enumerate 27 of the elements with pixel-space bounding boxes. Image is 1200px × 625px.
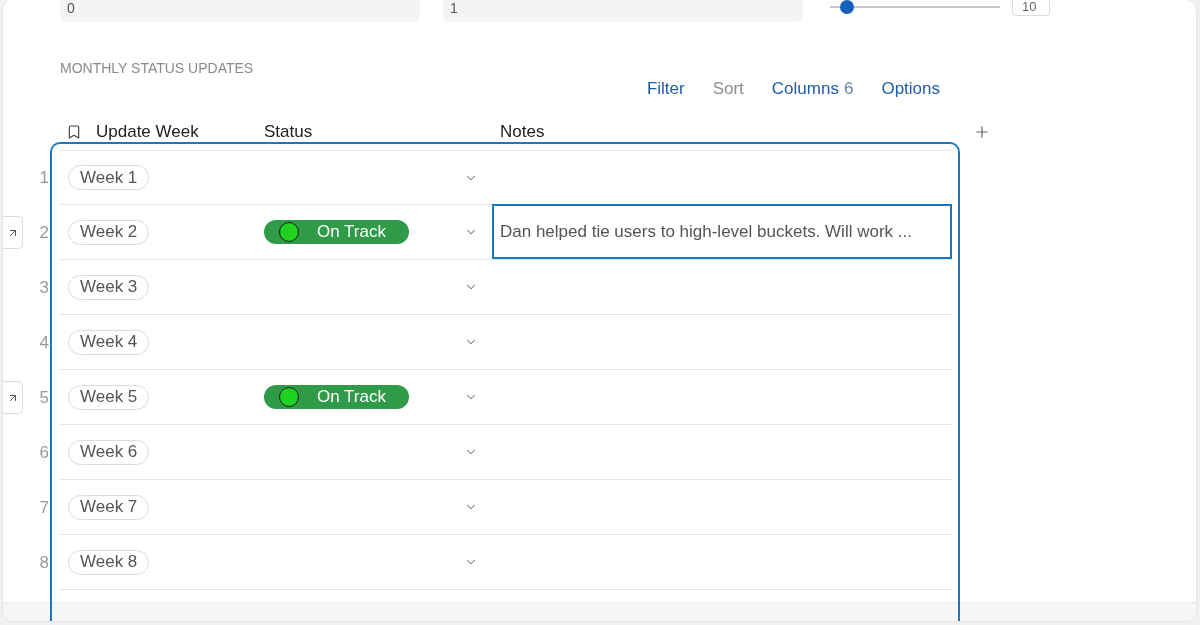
row-number: 4 [39, 332, 50, 353]
toolbar-link[interactable]: Options [881, 79, 940, 99]
number-input[interactable]: 10 [1012, 0, 1050, 16]
open-record-button[interactable] [3, 216, 23, 249]
toolbar-link[interactable]: Filter [646, 79, 685, 99]
notes-cell[interactable]: Dan helped tie users to high-level buckets. Will work ... [492, 204, 952, 259]
row-number: 2 [39, 222, 50, 243]
toolbar-link[interactable]: Columns 6 [771, 79, 854, 99]
open-record-button[interactable] [3, 381, 23, 414]
column-header[interactable]: Update Week [96, 122, 199, 142]
input-field[interactable]: 0 [60, 0, 420, 22]
status-text: On Track [317, 222, 386, 242]
row-number: 8 [39, 552, 50, 573]
input-field[interactable]: 1 [443, 0, 803, 22]
row-number: 6 [39, 442, 50, 463]
column-count: 6 [843, 79, 854, 98]
column-header[interactable]: Notes [500, 122, 545, 142]
bookmark-icon [66, 124, 82, 140]
row-number: 5 [39, 387, 50, 408]
row-number: 3 [39, 277, 50, 298]
column-header[interactable]: Status [264, 122, 313, 142]
row-number: 7 [39, 497, 50, 518]
slider-thumb[interactable] [840, 0, 854, 14]
status-text: On Track [317, 387, 386, 407]
row-number: 1 [39, 167, 50, 188]
section-title: MONTHLY STATUS UPDATES [59, 60, 255, 76]
add-icon[interactable] [973, 123, 991, 141]
